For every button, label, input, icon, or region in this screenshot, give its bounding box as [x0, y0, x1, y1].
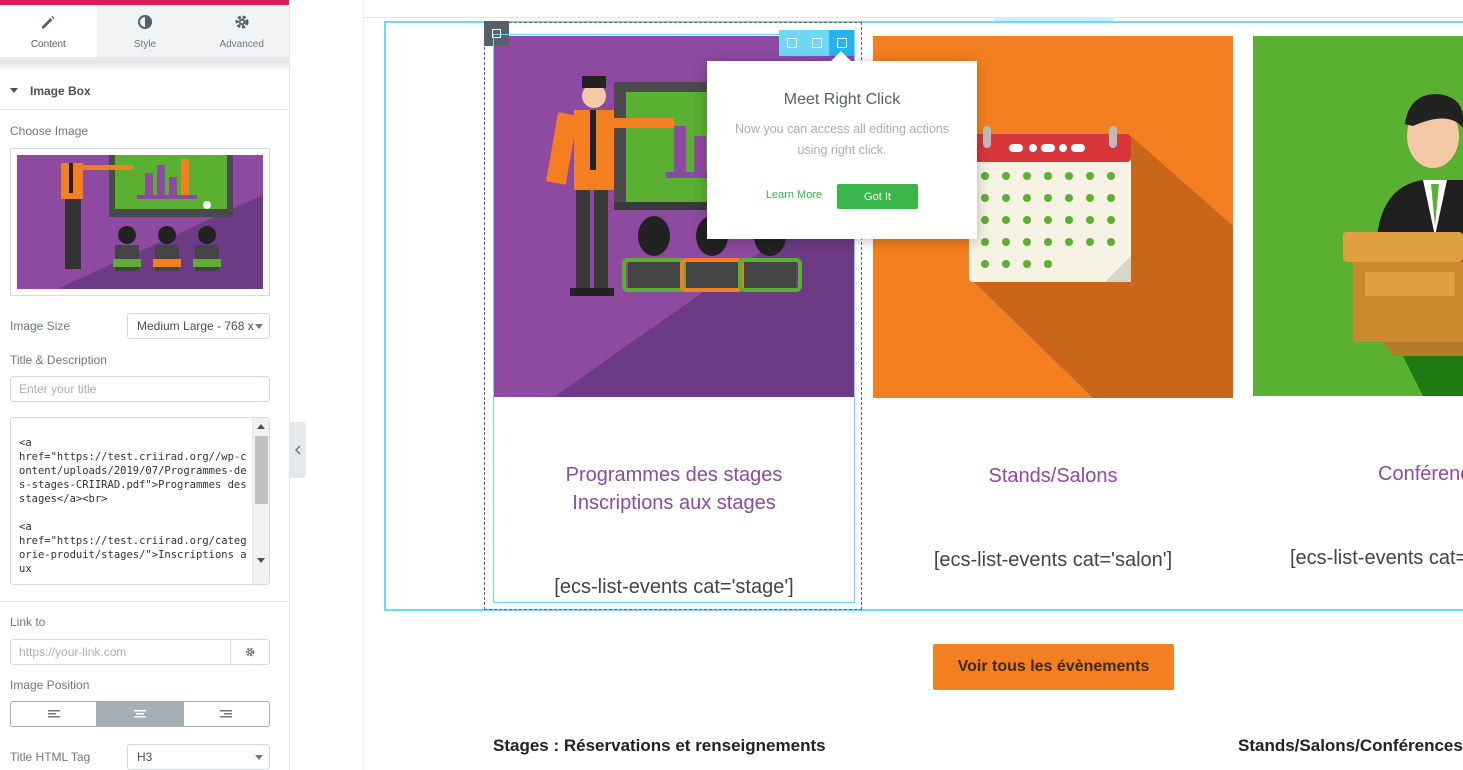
- tabs-shadow: [0, 61, 289, 71]
- section-toggle-image-box[interactable]: Image Box: [0, 72, 289, 110]
- card-title-conferences[interactable]: Conférenc: [1378, 460, 1463, 488]
- popup-title: Meet Right Click: [783, 91, 901, 108]
- image-position-label: Image Position: [10, 678, 90, 692]
- gear-icon: [235, 15, 249, 28]
- title-tag-value: H3: [137, 750, 153, 764]
- title-input-placeholder: Enter your title: [19, 382, 97, 396]
- tab-style[interactable]: Style: [96, 5, 194, 61]
- widget-tool-edit[interactable]: [804, 30, 829, 56]
- container-edge: [363, 0, 364, 770]
- square-icon: [811, 38, 822, 48]
- link-input[interactable]: https://your-link.com: [10, 639, 231, 665]
- position-left-button[interactable]: [11, 702, 97, 726]
- description-text: <a href="https://test.criirad.org//wp-co…: [19, 437, 247, 575]
- card-title-line1[interactable]: Stands/Salons: [873, 462, 1233, 490]
- panel-collapse-button[interactable]: [290, 422, 306, 478]
- link-options-button[interactable]: [230, 639, 270, 665]
- title-input[interactable]: Enter your title: [10, 376, 270, 402]
- scroll-up-icon[interactable]: [257, 424, 265, 429]
- chevron-left-icon: [295, 445, 301, 455]
- card-title-line1[interactable]: Conférenc: [1378, 460, 1463, 488]
- card-title-salons[interactable]: Stands/Salons: [873, 462, 1233, 490]
- got-it-button[interactable]: Got It: [837, 184, 918, 209]
- image-size-label: Image Size: [10, 319, 71, 333]
- editor-tabs: Content Style Advanced: [0, 5, 289, 61]
- card-title-line1[interactable]: Programmes des stages: [494, 461, 854, 489]
- textarea-scrollbar[interactable]: [252, 418, 269, 584]
- card-shortcode-salons: [ecs-list-events cat='salon']: [933, 549, 1173, 571]
- link-input-placeholder: https://your-link.com: [19, 645, 127, 659]
- pencil-icon: [42, 15, 55, 28]
- card-title-stages[interactable]: Programmes des stages Inscriptions aux s…: [494, 461, 854, 517]
- card-image-conferences[interactable]: [1253, 36, 1463, 396]
- image-size-value: Medium Large - 768 x: [137, 319, 254, 333]
- section-title: Image Box: [30, 83, 91, 98]
- description-textarea[interactable]: <a href="https://test.criirad.org//wp-co…: [10, 417, 270, 585]
- chevron-down-icon: [255, 324, 263, 329]
- choose-image-label: Choose Image: [10, 124, 89, 138]
- tab-content-label: Content: [30, 38, 66, 50]
- square-icon: [786, 38, 797, 48]
- tab-style-label: Style: [133, 38, 157, 50]
- card-shortcode-stages: [ecs-list-events cat='stage']: [554, 576, 794, 598]
- card-title-line2[interactable]: Inscriptions aux stages: [494, 489, 854, 517]
- previous-section-border: [363, 17, 1463, 18]
- position-right-button[interactable]: [182, 702, 269, 726]
- image-size-select[interactable]: Medium Large - 768 x: [127, 313, 270, 339]
- image-chooser[interactable]: [10, 148, 270, 296]
- scroll-down-icon[interactable]: [257, 558, 265, 563]
- right-click-tip-popup: Meet Right Click Now you can access all …: [707, 51, 977, 239]
- title-description-label: Title & Description: [10, 353, 107, 367]
- tab-advanced-label: Advanced: [219, 38, 264, 50]
- tab-advanced[interactable]: Advanced: [193, 5, 289, 61]
- speaker-illustration: [1253, 36, 1463, 396]
- widget-tool-duplicate[interactable]: [779, 30, 804, 56]
- image-position-choices: [10, 701, 270, 727]
- title-tag-label: Title HTML Tag: [10, 750, 91, 764]
- footer-heading-stages: Stages : Réservations et renseignements: [493, 736, 826, 755]
- link-label: Link to: [10, 615, 46, 629]
- gear-icon: [245, 647, 254, 657]
- align-center-icon: [133, 710, 146, 718]
- align-right-icon: [220, 710, 233, 718]
- image-thumbnail: [17, 155, 263, 289]
- half-circle-icon: [138, 14, 152, 29]
- footer-heading-conferences: Stands/Salons/Conférences: [1238, 736, 1463, 755]
- align-left-icon: [47, 710, 60, 718]
- caret-down-icon: [10, 88, 18, 93]
- all-events-button[interactable]: Voir tous les évènements: [933, 644, 1174, 690]
- editor-panel: Content Style Advanced Image Box Choose …: [0, 0, 290, 770]
- learn-more-link[interactable]: Learn More: [757, 189, 831, 201]
- divider: [0, 601, 289, 602]
- title-tag-select[interactable]: H3: [127, 744, 270, 770]
- widget-toolbar: [779, 30, 855, 56]
- card-shortcode-conferences: [ecs-list-events cat=: [1290, 547, 1463, 569]
- square-icon: [836, 38, 847, 48]
- tab-content[interactable]: Content: [0, 5, 97, 61]
- popup-text: Now you can access all editing actions u…: [734, 122, 949, 157]
- chevron-down-icon: [255, 755, 263, 760]
- scroll-thumb[interactable]: [255, 436, 268, 504]
- position-top-button[interactable]: [96, 702, 183, 726]
